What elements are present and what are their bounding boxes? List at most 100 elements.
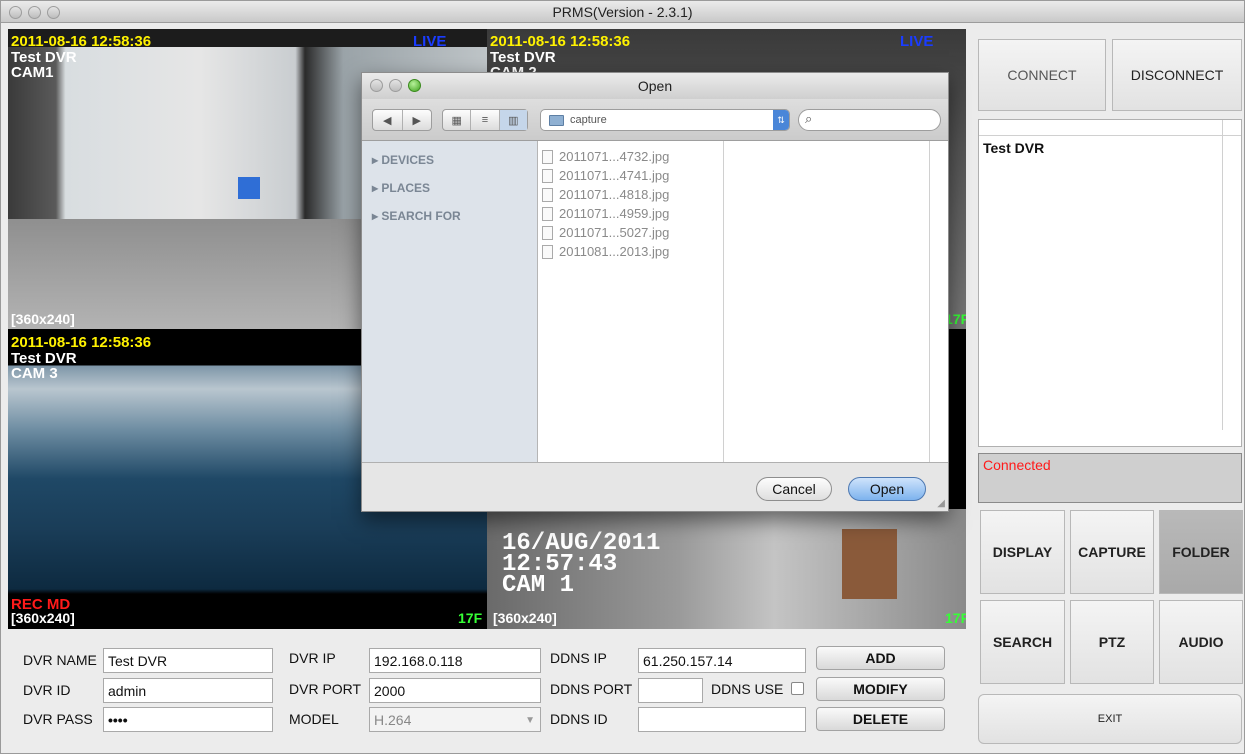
dvr-ip-field[interactable]: 192.168.0.118 bbox=[369, 648, 541, 673]
cam2-timestamp: 2011-08-16 12:58:36 bbox=[490, 33, 631, 50]
image-file-icon bbox=[542, 149, 553, 164]
display-button[interactable]: DISPLAY bbox=[980, 510, 1065, 594]
sidebar-item-devices[interactable]: ▸ DEVICES bbox=[372, 153, 434, 167]
dvr-port-label: DVR PORT bbox=[289, 681, 362, 697]
connect-button[interactable]: CONNECT bbox=[978, 39, 1106, 111]
open-button[interactable]: Open bbox=[848, 477, 926, 501]
dialog-minimize-button[interactable] bbox=[389, 79, 402, 92]
window-title: PRMS(Version - 2.3.1) bbox=[552, 4, 693, 20]
warehouse-door bbox=[842, 529, 897, 599]
delete-button[interactable]: DELETE bbox=[816, 707, 945, 731]
sidebar-item-search-for[interactable]: ▸ SEARCH FOR bbox=[372, 209, 461, 223]
image-file-icon bbox=[542, 225, 553, 240]
dvr-port-field[interactable]: 2000 bbox=[369, 678, 541, 703]
folder-button[interactable]: FOLDER bbox=[1159, 510, 1243, 594]
cam3-fps: 17F bbox=[458, 610, 483, 626]
dvr-name-field[interactable]: Test DVR bbox=[103, 648, 273, 673]
location-label: capture bbox=[570, 114, 607, 126]
cam4-resolution: [360x240] bbox=[493, 610, 557, 626]
disconnect-button[interactable]: DISCONNECT bbox=[1112, 39, 1242, 111]
zoom-window-button[interactable] bbox=[47, 6, 60, 19]
file-item[interactable]: 2011071...4741.jpg bbox=[542, 168, 669, 183]
image-file-icon bbox=[542, 187, 553, 202]
image-file-icon bbox=[542, 244, 553, 259]
resize-grip-icon[interactable]: ◢ bbox=[937, 498, 945, 509]
dvr-pass-field[interactable]: •••• bbox=[103, 707, 273, 732]
dialog-button-bar: Cancel Open ◢ bbox=[362, 462, 948, 511]
open-file-dialog: Open ◀ ▶ ▦ ≡ ▥ capture ⇅ ⌕ ▸ DEVICES ▸ P… bbox=[361, 72, 949, 512]
stepper-arrows-icon: ⇅ bbox=[773, 110, 789, 130]
sidebar-item-places[interactable]: ▸ PLACES bbox=[372, 181, 430, 195]
file-item[interactable]: 2011071...5027.jpg bbox=[542, 225, 669, 240]
cam1-resolution: [360x240] bbox=[11, 311, 75, 327]
file-item[interactable]: 2011071...4818.jpg bbox=[542, 187, 669, 202]
icon-view-icon[interactable]: ▦ bbox=[443, 110, 472, 130]
dvr-list-header bbox=[979, 120, 1241, 136]
cam1-timestamp: 2011-08-16 12:58:36 bbox=[11, 33, 152, 50]
dialog-toolbar: ◀ ▶ ▦ ≡ ▥ capture ⇅ ⌕ bbox=[362, 99, 948, 141]
model-value: H.264 bbox=[374, 712, 412, 728]
audio-button[interactable]: AUDIO bbox=[1159, 600, 1243, 684]
cam3-resolution: [360x240] bbox=[11, 610, 75, 626]
dvr-list[interactable]: Test DVR bbox=[978, 119, 1242, 447]
file-item[interactable]: 2011081...2013.jpg bbox=[542, 244, 669, 259]
ddns-use-checkbox[interactable] bbox=[791, 682, 804, 695]
folder-icon bbox=[549, 114, 564, 126]
list-view-icon[interactable]: ≡ bbox=[471, 110, 500, 130]
column-view-icon[interactable]: ▥ bbox=[499, 110, 527, 130]
connection-status: Connected bbox=[978, 453, 1242, 503]
cam2-live: LIVE bbox=[900, 33, 934, 50]
search-icon: ⌕ bbox=[805, 111, 813, 126]
cam4-fps: 17F bbox=[945, 610, 966, 626]
dialog-close-button[interactable] bbox=[370, 79, 383, 92]
add-button[interactable]: ADD bbox=[816, 646, 945, 670]
ddns-id-label: DDNS ID bbox=[550, 711, 608, 727]
cam3-timestamp: 2011-08-16 12:58:36 bbox=[11, 334, 152, 351]
ddns-port-field[interactable] bbox=[638, 678, 703, 703]
dvr-id-field[interactable]: admin bbox=[103, 678, 273, 703]
dvr-name-label: DVR NAME bbox=[23, 652, 97, 668]
ddns-ip-label: DDNS IP bbox=[550, 650, 607, 666]
accessibility-sign bbox=[238, 177, 260, 199]
file-column: 2011071...4732.jpg 2011071...4741.jpg 20… bbox=[538, 141, 735, 462]
view-mode-selector: ▦ ≡ ▥ bbox=[442, 109, 528, 131]
chevron-down-icon: ▼ bbox=[525, 715, 535, 726]
capture-button[interactable]: CAPTURE bbox=[1070, 510, 1154, 594]
forward-arrow-icon[interactable]: ▶ bbox=[403, 110, 432, 130]
close-window-button[interactable] bbox=[9, 6, 22, 19]
ptz-button[interactable]: PTZ bbox=[1070, 600, 1154, 684]
dialog-title-bar: Open bbox=[362, 73, 948, 99]
dialog-sidebar: ▸ DEVICES ▸ PLACES ▸ SEARCH FOR bbox=[362, 141, 538, 462]
title-bar: PRMS(Version - 2.3.1) bbox=[1, 1, 1244, 23]
search-input[interactable]: ⌕ bbox=[798, 109, 941, 131]
ddns-ip-field[interactable]: 61.250.157.14 bbox=[638, 648, 806, 673]
ddns-use-label: DDNS USE bbox=[711, 681, 784, 697]
back-arrow-icon[interactable]: ◀ bbox=[373, 110, 403, 130]
location-popup[interactable]: capture ⇅ bbox=[540, 109, 790, 131]
cam1-live: LIVE bbox=[413, 33, 447, 50]
model-label: MODEL bbox=[289, 711, 339, 727]
image-file-icon bbox=[542, 168, 553, 183]
search-button[interactable]: SEARCH bbox=[980, 600, 1065, 684]
nav-back-forward: ◀ ▶ bbox=[372, 109, 432, 131]
dvr-pass-label: DVR PASS bbox=[23, 711, 93, 727]
dialog-title: Open bbox=[637, 78, 673, 94]
minimize-window-button[interactable] bbox=[28, 6, 41, 19]
preview-column bbox=[724, 141, 948, 462]
file-item[interactable]: 2011071...4732.jpg bbox=[542, 149, 669, 164]
cam4-osd-cam: CAM 1 bbox=[502, 572, 575, 599]
dvr-list-item[interactable]: Test DVR bbox=[979, 136, 1241, 160]
cam3-label: CAM 3 bbox=[11, 365, 58, 382]
modify-button[interactable]: MODIFY bbox=[816, 677, 945, 701]
dialog-zoom-button[interactable] bbox=[408, 79, 421, 92]
app-window: PRMS(Version - 2.3.1) 2011-08-16 12:58:3… bbox=[0, 0, 1245, 754]
cam1-label: CAM1 bbox=[11, 64, 54, 81]
image-file-icon bbox=[542, 206, 553, 221]
model-select[interactable]: H.264 ▼ bbox=[369, 707, 541, 732]
ddns-id-field[interactable] bbox=[638, 707, 806, 732]
dvr-ip-label: DVR IP bbox=[289, 650, 336, 666]
cancel-button[interactable]: Cancel bbox=[756, 477, 832, 501]
ddns-port-label: DDNS PORT bbox=[550, 681, 633, 697]
exit-button[interactable]: EXIT bbox=[978, 694, 1242, 744]
file-item[interactable]: 2011071...4959.jpg bbox=[542, 206, 669, 221]
